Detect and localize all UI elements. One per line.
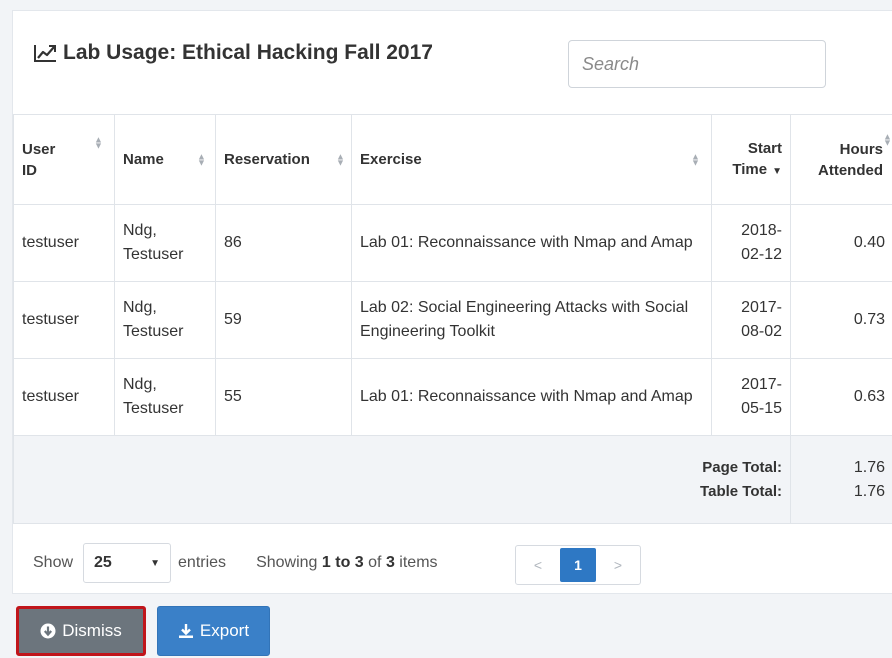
pagination: < 1 >: [515, 545, 641, 585]
page-total-label: Page Total:: [702, 458, 782, 476]
totals-value-cell: 1.76 1.76: [790, 435, 892, 524]
cell-name: Ndg, Testuser: [114, 204, 216, 282]
sort-descending-icon: ▼: [772, 165, 782, 177]
search-input[interactable]: [568, 40, 826, 88]
cell-exercise: Lab 02: Social Engineering Attacks with …: [351, 281, 712, 359]
totals-row: Page Total: Table Total: 1.76 1.76: [13, 435, 892, 524]
table-total-label: Table Total:: [700, 482, 782, 500]
column-label: Reservation: [224, 151, 310, 168]
cell-start-time: 2018-02-12: [711, 204, 791, 282]
title-text: Lab Usage: Ethical Hacking Fall 2017: [63, 41, 433, 64]
lab-usage-panel: Lab Usage: Ethical Hacking Fall 2017 Use…: [12, 10, 892, 594]
column-label: User ID: [22, 140, 56, 179]
cell-reservation: 55: [215, 358, 352, 436]
info-range: 1 to 3: [321, 554, 364, 571]
column-label: Name: [123, 151, 164, 168]
cell-start-time: 2017-08-02: [711, 281, 791, 359]
info-count: 3: [385, 554, 395, 571]
cell-exercise: Lab 01: Reconnaissance with Nmap and Ama…: [351, 204, 712, 282]
cell-hours-attended: 0.73: [790, 281, 892, 359]
cell-reservation: 86: [215, 204, 352, 282]
page-title: Lab Usage: Ethical Hacking Fall 2017: [33, 41, 433, 65]
dismiss-button[interactable]: Dismiss: [16, 606, 146, 656]
dismiss-label: Dismiss: [62, 621, 122, 640]
line-chart-icon: [33, 43, 57, 63]
column-label: Exercise: [360, 151, 422, 168]
pagination-previous-button[interactable]: <: [516, 546, 560, 584]
info-prefix: Showing: [256, 554, 318, 571]
column-header-user-id[interactable]: User ID ▲ ▼: [13, 114, 115, 205]
page-total-value: 1.76: [853, 458, 885, 476]
column-label: Hours Attended: [818, 140, 883, 179]
table-header-row: User ID ▲ ▼ Name ▲ ▼ Reservation ▲ ▼ Exerci…: [13, 114, 892, 205]
column-header-exercise[interactable]: Exercise ▲ ▼: [351, 114, 712, 205]
cell-exercise: Lab 01: Reconnaissance with Nmap and Ama…: [351, 358, 712, 436]
cell-name: Ndg, Testuser: [114, 281, 216, 359]
cell-user-id: testuser: [13, 358, 115, 436]
cell-user-id: testuser: [13, 281, 115, 359]
usage-table: User ID ▲ ▼ Name ▲ ▼ Reservation ▲ ▼ Exerci…: [13, 114, 892, 524]
sort-icon: ▲ ▼: [197, 151, 206, 167]
sort-icon: ▲ ▼: [691, 151, 700, 167]
export-label: Export: [199, 621, 250, 640]
column-header-name[interactable]: Name ▲ ▼: [114, 114, 216, 205]
cell-user-id: testuser: [13, 204, 115, 282]
page-length-select[interactable]: 25 ▼: [83, 543, 172, 583]
cell-start-time: 2017-05-15: [711, 358, 791, 436]
table-row[interactable]: testuser Ndg, Testuser 86 Lab 01: Reconn…: [13, 204, 892, 282]
export-button[interactable]: Export: [157, 606, 270, 656]
pagination-page-1[interactable]: 1: [560, 548, 596, 582]
sort-icon: ▲ ▼: [883, 131, 892, 148]
column-header-start-time[interactable]: Start Time ▼: [711, 114, 791, 205]
page-length-value: 25: [94, 554, 112, 571]
download-icon: [178, 623, 194, 639]
column-header-hours-attended[interactable]: Hours Attended ▲ ▼: [790, 114, 892, 205]
table-total-value: 1.76: [853, 482, 885, 500]
column-header-reservation[interactable]: Reservation ▲ ▼: [215, 114, 352, 205]
sort-icon: ▲ ▼: [336, 151, 345, 167]
panel-header: Lab Usage: Ethical Hacking Fall 2017: [13, 11, 892, 114]
cell-reservation: 59: [215, 281, 352, 359]
show-label: Show: [33, 554, 74, 571]
table-row[interactable]: testuser Ndg, Testuser 59 Lab 02: Social…: [13, 281, 892, 359]
arrow-circle-down-icon: [40, 623, 56, 639]
cell-hours-attended: 0.40: [790, 204, 892, 282]
totals-label-cell: Page Total: Table Total:: [13, 435, 791, 524]
caret-down-icon: ▼: [150, 557, 161, 569]
info-of: of: [368, 554, 382, 571]
pagination-next-button[interactable]: >: [596, 546, 640, 584]
sort-icon: ▲ ▼: [94, 134, 103, 151]
info-suffix: items: [399, 554, 438, 571]
cell-hours-attended: 0.63: [790, 358, 892, 436]
cell-name: Ndg, Testuser: [114, 358, 216, 436]
table-footer: Show 25 ▼ entries Showing 1 to 3 of 3 it…: [13, 531, 892, 595]
table-info: Showing 1 to 3 of 3 items: [256, 554, 437, 572]
entries-label: entries: [178, 554, 227, 571]
table-row[interactable]: testuser Ndg, Testuser 55 Lab 01: Reconn…: [13, 358, 892, 436]
